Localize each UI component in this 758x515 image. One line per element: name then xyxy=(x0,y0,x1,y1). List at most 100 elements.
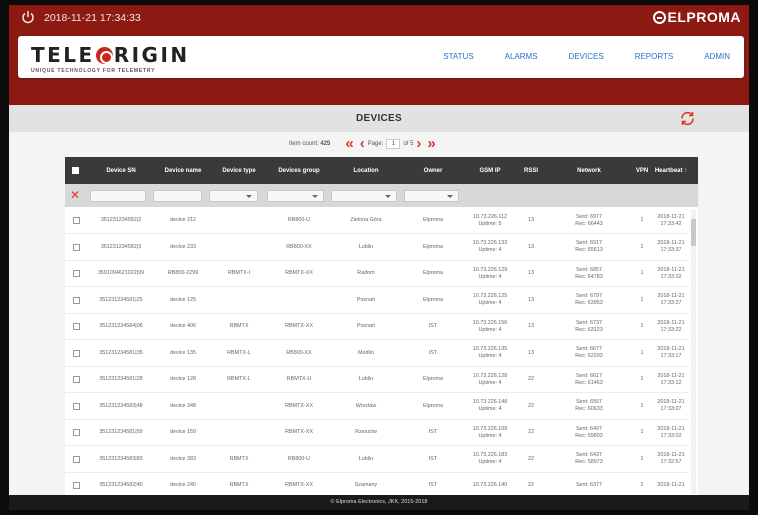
table-row[interactable]: 351231234583|48 device 348 RBMTX-XX Wrocław… xyxy=(65,393,689,420)
table-row[interactable]: 351231234582|2 device 212 RB800-U Zielona G… xyxy=(65,207,689,234)
cell-type-text: RBMTX xyxy=(229,323,249,329)
cell-sent: Sent: 6677 Rec: 62293 xyxy=(547,340,631,367)
power-icon[interactable] xyxy=(21,10,35,24)
last-page-icon[interactable]: » xyxy=(427,136,435,151)
row-checkbox[interactable] xyxy=(73,349,80,357)
cell-ip: 10.73.226.128 Uptime: 4 xyxy=(465,366,515,393)
row-checkbox[interactable] xyxy=(73,482,80,489)
row-checkbox[interactable] xyxy=(73,429,80,436)
next-page-icon[interactable]: › xyxy=(416,136,421,151)
cell-hb_time-text: 17:33:32 xyxy=(660,273,682,280)
nav-status[interactable]: STATUS xyxy=(443,52,473,61)
cell-name-text: device 240 xyxy=(169,482,197,488)
filter-sn-input[interactable] xyxy=(90,190,146,202)
cell-vpn: 1 xyxy=(631,287,653,314)
scrollbar-thumb[interactable] xyxy=(691,219,696,246)
table-row[interactable]: 351231234583|83 device 383 RBMTX RB800-U Lub… xyxy=(65,446,689,473)
cell-group-text: RBMTX-XX xyxy=(285,270,313,276)
cell-owner: Elproma xyxy=(401,234,465,261)
cell-location: Lublin xyxy=(331,366,401,393)
filter-location-select[interactable] xyxy=(331,190,397,202)
nav-admin[interactable]: ADMIN xyxy=(704,52,730,61)
cell-sent: Sent: 6797 Rec: 63953 xyxy=(547,287,631,314)
cell-sent: Sent: 6497 Rec: 59803 xyxy=(547,419,631,446)
row-checkbox[interactable] xyxy=(73,376,80,383)
logo-o-icon xyxy=(95,46,113,64)
select-all-checkbox[interactable] xyxy=(72,167,79,174)
table-row[interactable]: 351231234581|59 device 159 RBMTX-XX Rzeszów… xyxy=(65,419,689,446)
col-vpn[interactable]: VPN xyxy=(631,157,653,184)
cell-vpn: 1 xyxy=(631,366,653,393)
cell-vpn-text: 1 xyxy=(640,482,644,488)
nav-reports[interactable]: REPORTS xyxy=(635,52,674,61)
row-checkbox[interactable] xyxy=(73,402,80,410)
cell-rssi-text: 22 xyxy=(528,429,534,435)
cell-owner: IST xyxy=(401,313,465,340)
col-heartbeat[interactable]: Heartbeat ↑ xyxy=(653,157,689,184)
cell-ip: 10.73.226.129 Uptime: 4 xyxy=(465,260,515,287)
col-device-sn[interactable]: Device SN xyxy=(87,157,155,184)
filter-type-select[interactable] xyxy=(209,190,258,202)
table-row[interactable]: 351231234582|40 device 240 RBMTX RBMTX-XX Sz… xyxy=(65,472,689,496)
col-device-type[interactable]: Device type xyxy=(211,157,267,184)
table-row[interactable]: 351231234584|06 device 406 RBMTX RBMTX-XX Po… xyxy=(65,313,689,340)
row-checkbox[interactable] xyxy=(73,243,80,251)
cell-hb_time-text: 17:33:37 xyxy=(660,247,682,253)
cell-location: Modlin xyxy=(331,340,401,367)
table-row[interactable]: 351231234581|28 device 128 RBMTX-L RBMTX-U L… xyxy=(65,366,689,393)
nav-alarms[interactable]: ALARMS xyxy=(505,52,538,61)
row-checkbox[interactable] xyxy=(73,323,80,330)
col-owner[interactable]: Owner xyxy=(401,157,465,184)
cell-group: RB800-XX xyxy=(267,234,331,261)
nav-devices[interactable]: DEVICES xyxy=(569,52,604,61)
cell-rssi-text: 22 xyxy=(528,482,534,488)
filter-owner-select[interactable] xyxy=(404,190,459,202)
filter-group-select[interactable] xyxy=(267,190,324,202)
filter-name-input[interactable] xyxy=(153,190,202,202)
cell-group-text: RB800-XX xyxy=(286,349,312,356)
refresh-icon[interactable] xyxy=(679,110,696,127)
col-devices-group[interactable]: Devices group xyxy=(267,157,331,184)
cell-location: Poznań xyxy=(331,287,401,314)
table-row[interactable]: 351231234581|35 device 135 RBMTX-L RB800-XX… xyxy=(65,340,689,367)
cell-sn: 351231234581|35 xyxy=(87,340,155,367)
cell-vpn-text: 1 xyxy=(640,270,644,276)
cell-ip: 10.73.226.148 Uptime: 4 xyxy=(465,393,515,420)
table-row[interactable]: 351231234581|25 device 125 Poznań Elproma 10… xyxy=(65,287,689,314)
col-gsm-ip[interactable]: GSM IP xyxy=(465,157,515,184)
page-input[interactable]: 1 xyxy=(386,139,401,149)
cell-rssi: 13 xyxy=(515,340,547,367)
cell-name: device 383 xyxy=(155,446,211,473)
table-row[interactable]: 351231234582|3 device 233 RB800-XX Lublin El… xyxy=(65,234,689,261)
cell-location: Zielona Góra xyxy=(331,207,401,234)
col-location[interactable]: Location xyxy=(331,157,401,184)
cell-rssi: 22 xyxy=(515,446,547,473)
cell-name: device 406 xyxy=(155,313,211,340)
cell-name-text: device 348 xyxy=(169,402,197,409)
row-checkbox[interactable] xyxy=(73,270,80,277)
cell-name: device 233 xyxy=(155,234,211,261)
col-device-name[interactable]: Device name xyxy=(155,157,211,184)
col-rssi[interactable]: RSSI xyxy=(515,157,547,184)
cell-hb_date-text: 2018-11-21 xyxy=(657,319,685,326)
cell-rssi: 13 xyxy=(515,234,547,261)
cell-rec-text: Rec: 64783 xyxy=(575,273,603,280)
prev-page-icon[interactable]: ‹ xyxy=(360,136,365,151)
col-network[interactable]: Network xyxy=(547,157,631,184)
first-page-icon[interactable]: « xyxy=(345,136,353,151)
table-scrollbar[interactable] xyxy=(691,209,696,494)
cell-vpn: 1 xyxy=(631,234,653,261)
cell-owner-text: Elproma xyxy=(422,270,444,276)
table-row[interactable]: 3591094621022|99 RB800-2299 RBMTX-I RBMTX-X… xyxy=(65,260,689,287)
cell-name-text: device 125 xyxy=(169,296,197,303)
cell-sn: 351231234581|59 xyxy=(87,419,155,446)
cell-name-text: device 212 xyxy=(169,217,197,223)
cell-sn-text: 351231234581|28 xyxy=(99,376,143,382)
row-checkbox[interactable] xyxy=(73,217,80,224)
row-checkbox[interactable] xyxy=(73,296,80,304)
row-checkbox[interactable] xyxy=(73,455,80,463)
cell-name-text: RB800-2299 xyxy=(167,270,199,276)
cell-ip-text: 10.73.226.112 xyxy=(472,213,508,220)
clear-filters-icon[interactable]: ✕ xyxy=(70,188,80,202)
cell-location-text: Poznań xyxy=(356,296,376,303)
